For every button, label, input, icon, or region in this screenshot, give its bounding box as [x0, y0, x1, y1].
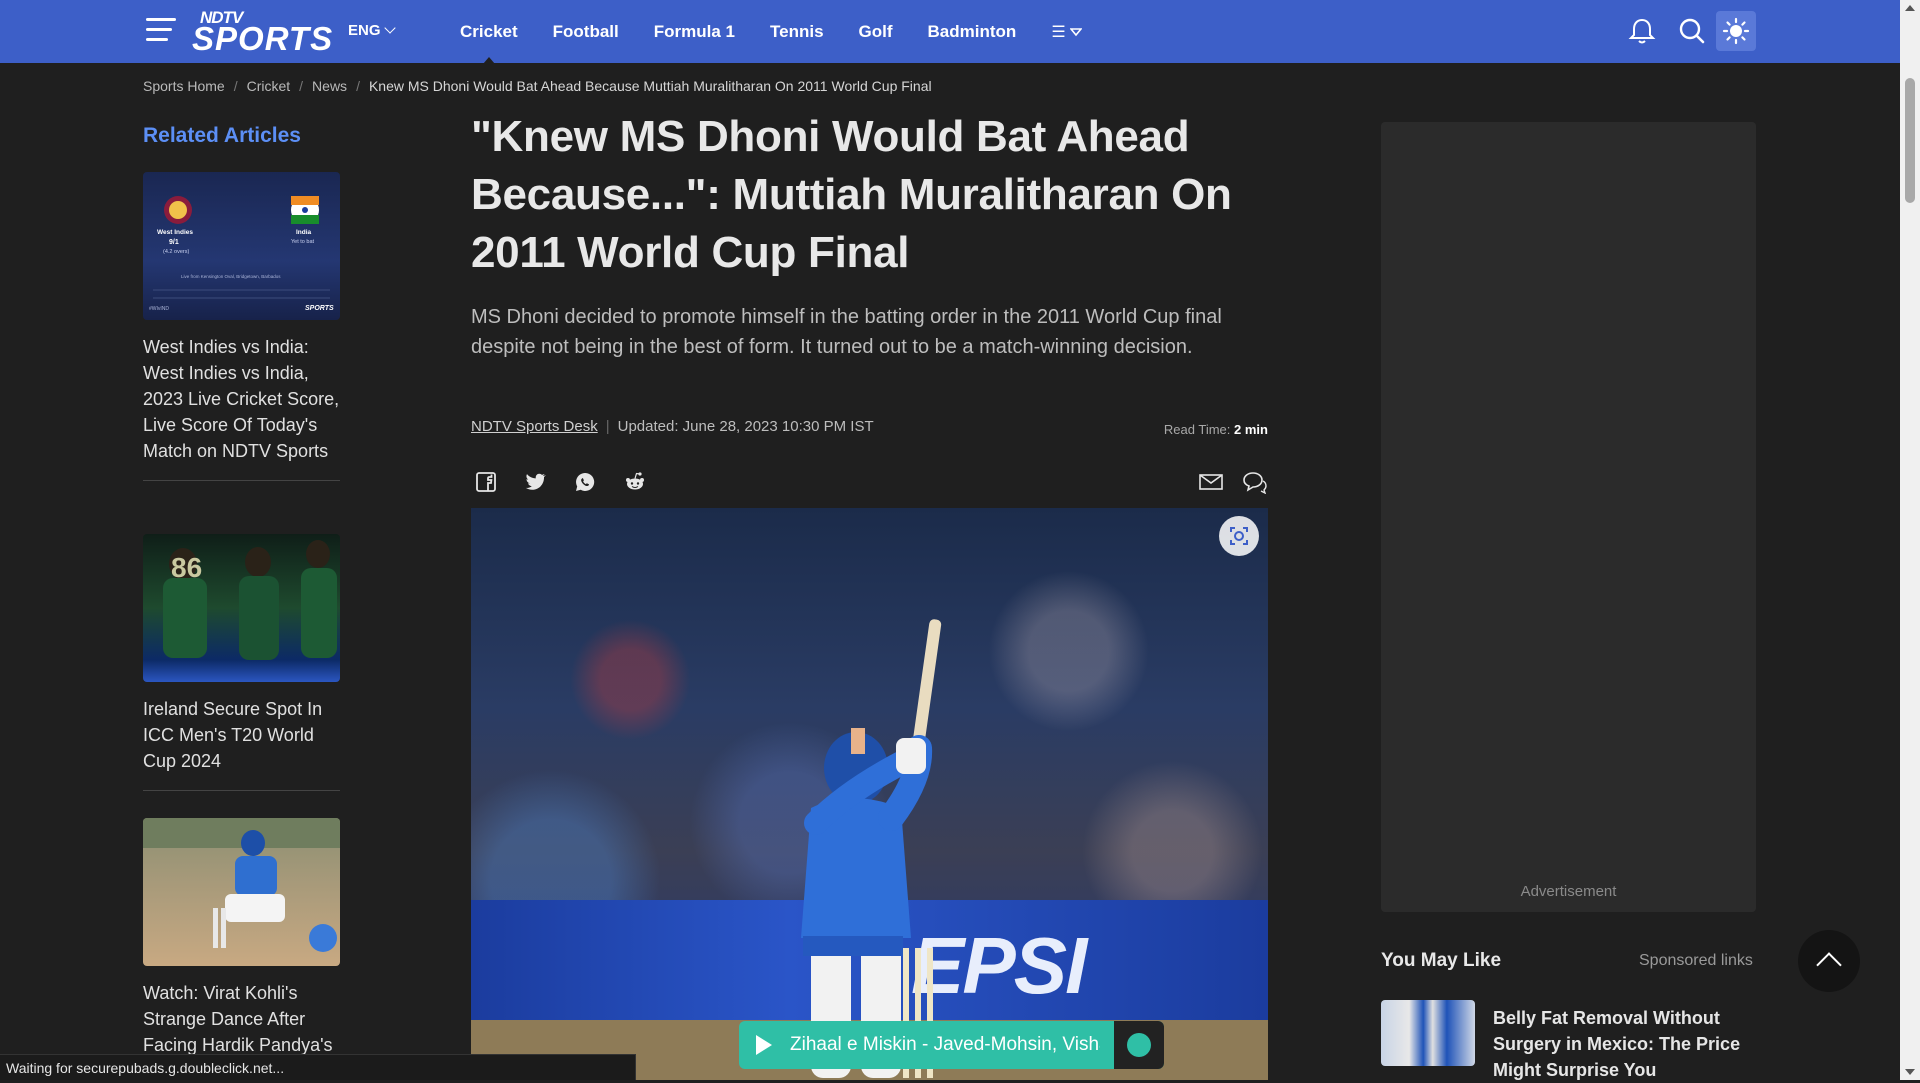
article-summary: MS Dhoni decided to promote himself in t… — [471, 306, 1222, 358]
related-article-card[interactable]: West Indies 9/1 (4.2 overs) India Yet to… — [143, 172, 340, 481]
related-article-card[interactable]: 86 Ireland Secure Spot In ICC Men's T20 … — [143, 534, 340, 791]
nav-item-golf[interactable]: Golf — [859, 22, 893, 42]
browser-status-bar: Waiting for securepubads.g.doubleclick.n… — [0, 1054, 636, 1080]
scorecard-graphic — [153, 196, 330, 299]
scroll-down-arrow-icon[interactable] — [1905, 1069, 1915, 1075]
facebook-icon[interactable] — [474, 470, 498, 494]
nav-item-formula-1[interactable]: Formula 1 — [654, 22, 735, 42]
article-hero-image: EPSI — [471, 508, 1268, 1080]
advertisement-slot[interactable]: Advertisement — [1381, 122, 1756, 912]
scroll-to-top-button[interactable] — [1798, 930, 1860, 992]
read-time: Read Time: 2 min — [1164, 422, 1268, 437]
thumb-brand: SPORTS — [305, 305, 334, 312]
breadcrumb-news[interactable]: News — [312, 78, 347, 94]
divider — [143, 480, 340, 481]
music-player-bar[interactable]: Zihaal e Miskin - Javed-Mohsin, Vishal — [739, 1021, 1164, 1069]
thumb-team2: India — [296, 229, 312, 236]
music-logo-icon — [1127, 1033, 1151, 1057]
menu-icon[interactable] — [146, 18, 176, 42]
lens-icon — [1230, 527, 1248, 545]
whatsapp-icon[interactable] — [573, 470, 597, 494]
updated-timestamp: Updated: June 28, 2023 10:30 PM IST — [617, 418, 874, 435]
theme-toggle-button[interactable] — [1716, 11, 1756, 51]
sponsored-article-title[interactable]: Belly Fat Removal Without Surgery in Mex… — [1493, 1005, 1756, 1083]
main-nav: Cricket Football Formula 1 Tennis Golf B… — [460, 0, 1082, 64]
scrollbar-thumb[interactable] — [1905, 78, 1915, 203]
related-article-card[interactable]: Watch: Virat Kohli's Strange Dance After… — [143, 818, 340, 1058]
comment-icon[interactable] — [1240, 470, 1268, 494]
thumb-jersey-number: 86 — [171, 552, 203, 583]
article-meta: NDTV Sports Desk | Updated: June 28, 2023 … — [471, 418, 1268, 437]
related-articles-heading: Related Articles — [143, 124, 301, 147]
breadcrumb-current: Knew MS Dhoni Would Bat Ahead Because Mu… — [368, 78, 932, 94]
thumb-tag: #WIvIND — [149, 306, 169, 312]
image-search-button[interactable] — [1219, 516, 1259, 556]
author-link[interactable]: NDTV Sports Desk — [471, 418, 598, 435]
notification-bell-icon[interactable] — [1625, 14, 1659, 48]
related-article-thumbnail[interactable] — [143, 818, 340, 966]
breadcrumb-cricket[interactable]: Cricket — [247, 78, 291, 94]
reddit-icon[interactable] — [623, 470, 647, 494]
music-track-title: Zihaal e Miskin - Javed-Mohsin, Vishal — [790, 1034, 1100, 1055]
breadcrumb: Sports Home / Cricket / News / Knew MS Dhoni W… — [143, 78, 932, 94]
batsman-figure — [801, 619, 942, 1078]
thumb-venue: Live from Kensington Oval, Bridgetown, B… — [181, 274, 281, 279]
top-navigation-bar: NDTV SPORTS ENG Cricket Football Formula… — [0, 0, 1900, 64]
caret-down-icon — [1069, 27, 1082, 36]
read-time-value: 2 min — [1234, 422, 1268, 437]
more-menu-icon: ☰ — [1051, 23, 1066, 41]
nav-item-football[interactable]: Football — [553, 22, 619, 42]
sponsored-article-image[interactable] — [1381, 1000, 1475, 1066]
nav-item-cricket[interactable]: Cricket — [460, 22, 518, 64]
language-selector[interactable]: ENG — [348, 22, 396, 39]
thumb-score1: 9/1 — [169, 239, 179, 246]
language-label: ENG — [348, 22, 381, 39]
play-icon[interactable] — [756, 1035, 772, 1055]
scroll-up-arrow-icon[interactable] — [1905, 5, 1915, 11]
music-app-logo[interactable] — [1114, 1021, 1164, 1069]
you-may-like-heading: You May Like — [1381, 950, 1502, 971]
more-menu-button[interactable]: ☰ — [1051, 22, 1082, 42]
search-icon[interactable] — [1675, 14, 1709, 48]
page-scrollbar[interactable] — [1900, 0, 1920, 1080]
email-icon[interactable] — [1197, 470, 1225, 494]
divider — [143, 790, 340, 791]
site-logo[interactable]: NDTV SPORTS — [192, 8, 344, 57]
related-article-title[interactable]: West Indies vs India: West Indies vs Ind… — [143, 334, 340, 464]
thumb-status2: Yet to bat — [291, 239, 315, 245]
thumb-overs1: (4.2 overs) — [163, 249, 190, 255]
twitter-icon[interactable] — [523, 470, 547, 494]
chevron-down-icon — [383, 22, 396, 34]
nav-item-tennis[interactable]: Tennis — [770, 22, 824, 42]
share-bar — [471, 470, 1268, 496]
nav-item-badminton[interactable]: Badminton — [928, 22, 1017, 42]
sponsored-links-label[interactable]: Sponsored links — [1639, 952, 1753, 970]
related-article-thumbnail[interactable]: 86 — [143, 534, 340, 682]
related-article-title[interactable]: Ireland Secure Spot In ICC Men's T20 Wor… — [143, 696, 340, 774]
article-headline: "Knew MS Dhoni Would Bat Ahead Because..… — [471, 112, 1232, 277]
related-article-title[interactable]: Watch: Virat Kohli's Strange Dance After… — [143, 980, 340, 1058]
logo-main-text: SPORTS — [192, 20, 334, 57]
related-article-thumbnail[interactable]: West Indies 9/1 (4.2 overs) India Yet to… — [143, 172, 340, 320]
thumb-team1: West Indies — [157, 229, 194, 236]
read-time-label: Read Time: — [1163, 422, 1231, 437]
sun-icon — [1722, 17, 1750, 45]
breadcrumb-sports-home[interactable]: Sports Home — [143, 78, 225, 94]
advertisement-label: Advertisement — [1520, 883, 1617, 900]
cricket-field-graphic — [143, 818, 340, 952]
